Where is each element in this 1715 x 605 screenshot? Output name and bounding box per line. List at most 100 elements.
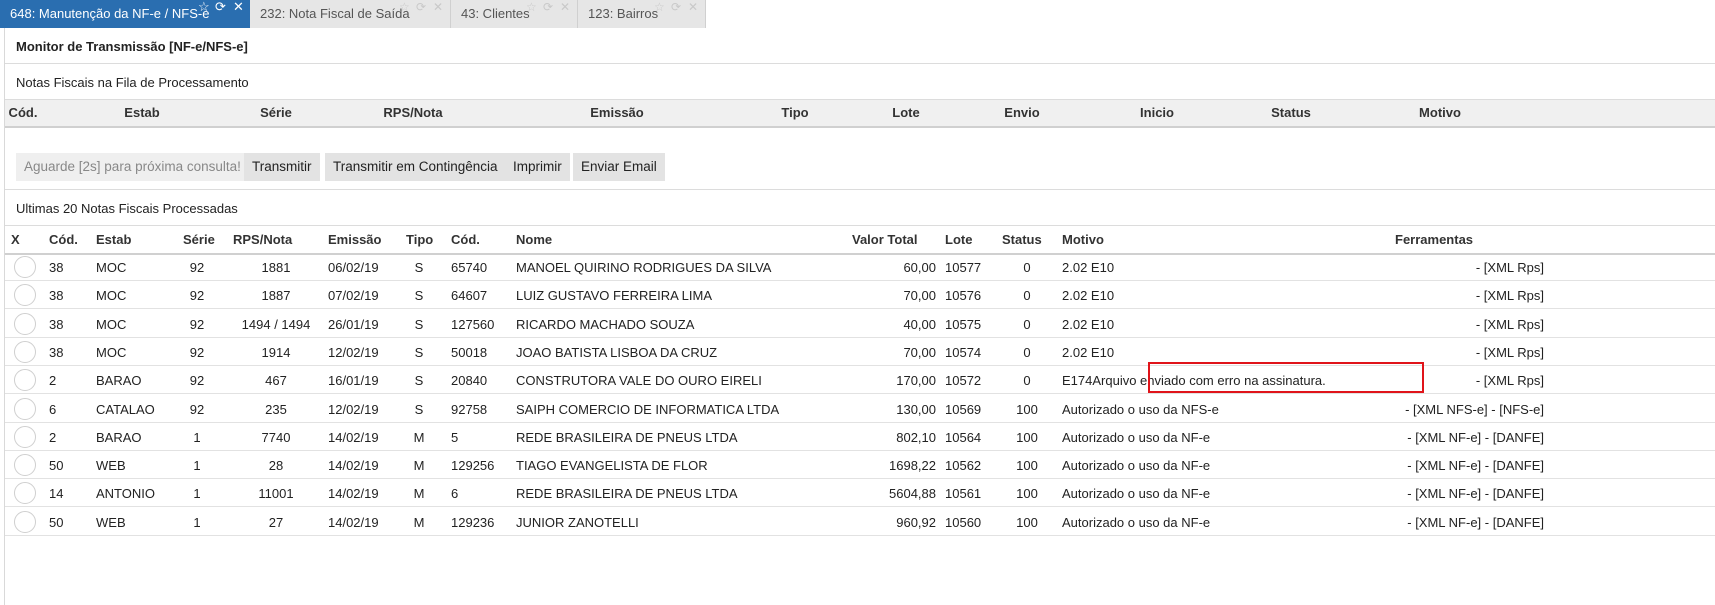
column-header[interactable]: Status <box>1002 232 1042 247</box>
row-tools-links[interactable]: - [XML Rps] <box>1476 373 1544 388</box>
column-header[interactable]: Lote <box>892 105 919 120</box>
table-row[interactable]: 6 CATALAO 92 235 12/02/19 S 92758 SAIPH COMERCI… <box>5 394 1715 423</box>
row-tools-links[interactable]: - [XML NF-e] - [DANFE] <box>1407 486 1544 501</box>
row-tools-links[interactable]: - [XML Rps] <box>1476 317 1544 332</box>
star-icon[interactable]: ☆ <box>399 1 410 13</box>
row-tools-links[interactable]: - [XML Rps] <box>1476 288 1544 303</box>
table-row[interactable]: 14 ANTONIO 1 11001 14/02/19 M 6 REDE BRASILEIRA… <box>5 478 1715 507</box>
cell-cod: 38 <box>49 345 64 360</box>
cell-rps-nota: 467 <box>265 373 287 388</box>
send-email-button[interactable]: Enviar Email <box>573 153 665 181</box>
transmit-button[interactable]: Transmitir <box>244 153 320 181</box>
column-header[interactable]: Valor Total <box>852 232 918 247</box>
cell-serie: 1 <box>193 458 201 473</box>
row-select-radio[interactable] <box>14 313 36 335</box>
cell-cod: 6 <box>49 402 57 417</box>
column-header[interactable]: Nome <box>516 232 552 247</box>
column-header[interactable]: Status <box>1271 105 1311 120</box>
close-icon[interactable]: ✕ <box>233 0 244 13</box>
row-tools-links[interactable]: - [XML NF-e] - [DANFE] <box>1407 515 1544 530</box>
table-row[interactable]: 50 WEB 1 28 14/02/19 M 129256 TIAGO EVANGELISTA… <box>5 450 1715 479</box>
cell-cod: 2 <box>49 430 57 445</box>
column-header[interactable]: Estab <box>124 105 159 120</box>
table-row[interactable]: 38 MOC 92 1887 07/02/19 S 64607 LUIZ GUSTAVO FE… <box>5 280 1715 309</box>
row-select-radio[interactable] <box>14 369 36 391</box>
column-header[interactable]: Série <box>260 105 292 120</box>
cell-estab: MOC <box>96 260 127 275</box>
tab-bairros[interactable]: 123: Bairros ☆ ⟳ ✕ <box>578 0 706 28</box>
row-select-radio[interactable] <box>14 256 36 278</box>
table-row[interactable]: 38 MOC 92 1881 06/02/19 S 65740 MANOEL QUIRINO … <box>5 252 1715 281</box>
tab-nota-fiscal-saida[interactable]: 232: Nota Fiscal de Saída ☆ ⟳ ✕ <box>250 0 451 28</box>
row-tools-links[interactable]: - [XML NF-e] - [DANFE] <box>1407 458 1544 473</box>
cell-motivo: Autorizado o uso da NF-e <box>1062 430 1211 445</box>
cell-rps-nota: 1494 / 1494 <box>241 317 311 332</box>
wait-consult-button[interactable]: Aguarde [2s] para próxima consulta! <box>16 153 249 181</box>
row-select-radio[interactable] <box>14 426 36 448</box>
close-icon[interactable]: ✕ <box>560 1 570 13</box>
row-select-radio[interactable] <box>14 511 36 533</box>
cell-estab: MOC <box>96 345 127 360</box>
refresh-icon[interactable]: ⟳ <box>543 1 553 13</box>
refresh-icon[interactable]: ⟳ <box>416 1 426 13</box>
cell-nome: SAIPH COMERCIO DE INFORMATICA LTDA <box>516 402 780 417</box>
cell-valor-total: 70,00 <box>903 345 936 360</box>
close-icon[interactable]: ✕ <box>433 1 443 13</box>
row-select-radio[interactable] <box>14 398 36 420</box>
row-tools-links[interactable]: - [XML NF-e] - [DANFE] <box>1407 430 1544 445</box>
row-select-radio[interactable] <box>14 482 36 504</box>
cell-motivo: Autorizado o uso da NF-e <box>1062 515 1211 530</box>
cell-motivo: 2.02 E10 <box>1062 317 1115 332</box>
column-header[interactable]: Tipo <box>781 105 808 120</box>
column-header[interactable]: Série <box>183 232 215 247</box>
table-row[interactable]: 2 BARAO 92 467 16/01/19 S 20840 CONSTRUTORA VAL… <box>5 362 1715 394</box>
column-header[interactable]: RPS/Nota <box>233 232 292 247</box>
star-icon[interactable]: ☆ <box>654 1 665 13</box>
row-tools-links[interactable]: - [XML Rps] <box>1476 260 1544 275</box>
star-icon[interactable]: ☆ <box>198 0 210 13</box>
column-header[interactable]: Emissão <box>590 105 643 120</box>
cell-motivo: Autorizado o uso da NF-e <box>1062 458 1211 473</box>
column-header[interactable]: Ferramentas <box>1395 232 1473 247</box>
column-header[interactable]: Cód. <box>9 105 38 120</box>
column-header[interactable]: Envio <box>1004 105 1039 120</box>
column-header[interactable]: Estab <box>96 232 131 247</box>
cell-nome: MANOEL QUIRINO RODRIGUES DA SILVA <box>516 260 772 275</box>
cell-estab: CATALAO <box>96 402 155 417</box>
tab-clientes[interactable]: 43: Clientes ☆ ⟳ ✕ <box>451 0 578 28</box>
column-header[interactable]: RPS/Nota <box>383 105 442 120</box>
cell-cod: 50 <box>49 458 64 473</box>
row-tools-links[interactable]: - [XML Rps] <box>1476 345 1544 360</box>
column-header[interactable]: Motivo <box>1062 232 1104 247</box>
table-row[interactable]: 38 MOC 92 1494 / 1494 26/01/19 S 127560 RICARDO… <box>5 309 1715 338</box>
table-row[interactable]: 50 WEB 1 27 14/02/19 M 129236 JUNIOR ZANOTELLI 9… <box>5 507 1715 536</box>
cell-cod-cliente: 92758 <box>451 402 488 417</box>
column-header[interactable]: Motivo <box>1419 105 1461 120</box>
table-row[interactable]: 38 MOC 92 1914 12/02/19 S 50018 JOAO BATISTA LI… <box>5 337 1715 366</box>
column-header[interactable]: X <box>11 232 20 247</box>
row-select-radio[interactable] <box>14 284 36 306</box>
print-button[interactable]: Imprimir <box>505 153 570 181</box>
column-header[interactable]: Lote <box>945 232 972 247</box>
row-select-radio[interactable] <box>14 341 36 363</box>
row-tools-links[interactable]: - [XML NFS-e] - [NFS-e] <box>1405 402 1544 417</box>
cell-tipo: S <box>414 345 424 360</box>
cell-valor-total: 70,00 <box>903 288 936 303</box>
refresh-icon[interactable]: ⟳ <box>215 0 226 13</box>
column-header[interactable]: Inicio <box>1140 105 1174 120</box>
column-header[interactable]: Cód. <box>451 232 480 247</box>
row-select-radio[interactable] <box>14 454 36 476</box>
column-header[interactable]: Tipo <box>406 232 433 247</box>
star-icon[interactable]: ☆ <box>526 1 537 13</box>
column-header[interactable]: Emissão <box>328 232 381 247</box>
table-row[interactable]: 2 BARAO 1 7740 14/02/19 M 5 REDE BRASILEIRA DE … <box>5 422 1715 451</box>
transmit-contingency-button[interactable]: Transmitir em Contingência <box>325 153 506 181</box>
cell-status: 0 <box>1023 345 1031 360</box>
column-header[interactable]: Cód. <box>49 232 78 247</box>
cell-valor-total: 5604,88 <box>889 486 936 501</box>
tab-manutencao-nfe[interactable]: 648: Manutenção da NF-e / NFS-e ☆ ⟳ ✕ <box>0 0 250 28</box>
refresh-icon[interactable]: ⟳ <box>671 1 681 13</box>
close-icon[interactable]: ✕ <box>688 1 698 13</box>
cell-tipo: S <box>414 373 424 388</box>
processed-table-header: X Cód. Estab Série RPS/Nota Emissão Tipo… <box>5 225 1715 255</box>
